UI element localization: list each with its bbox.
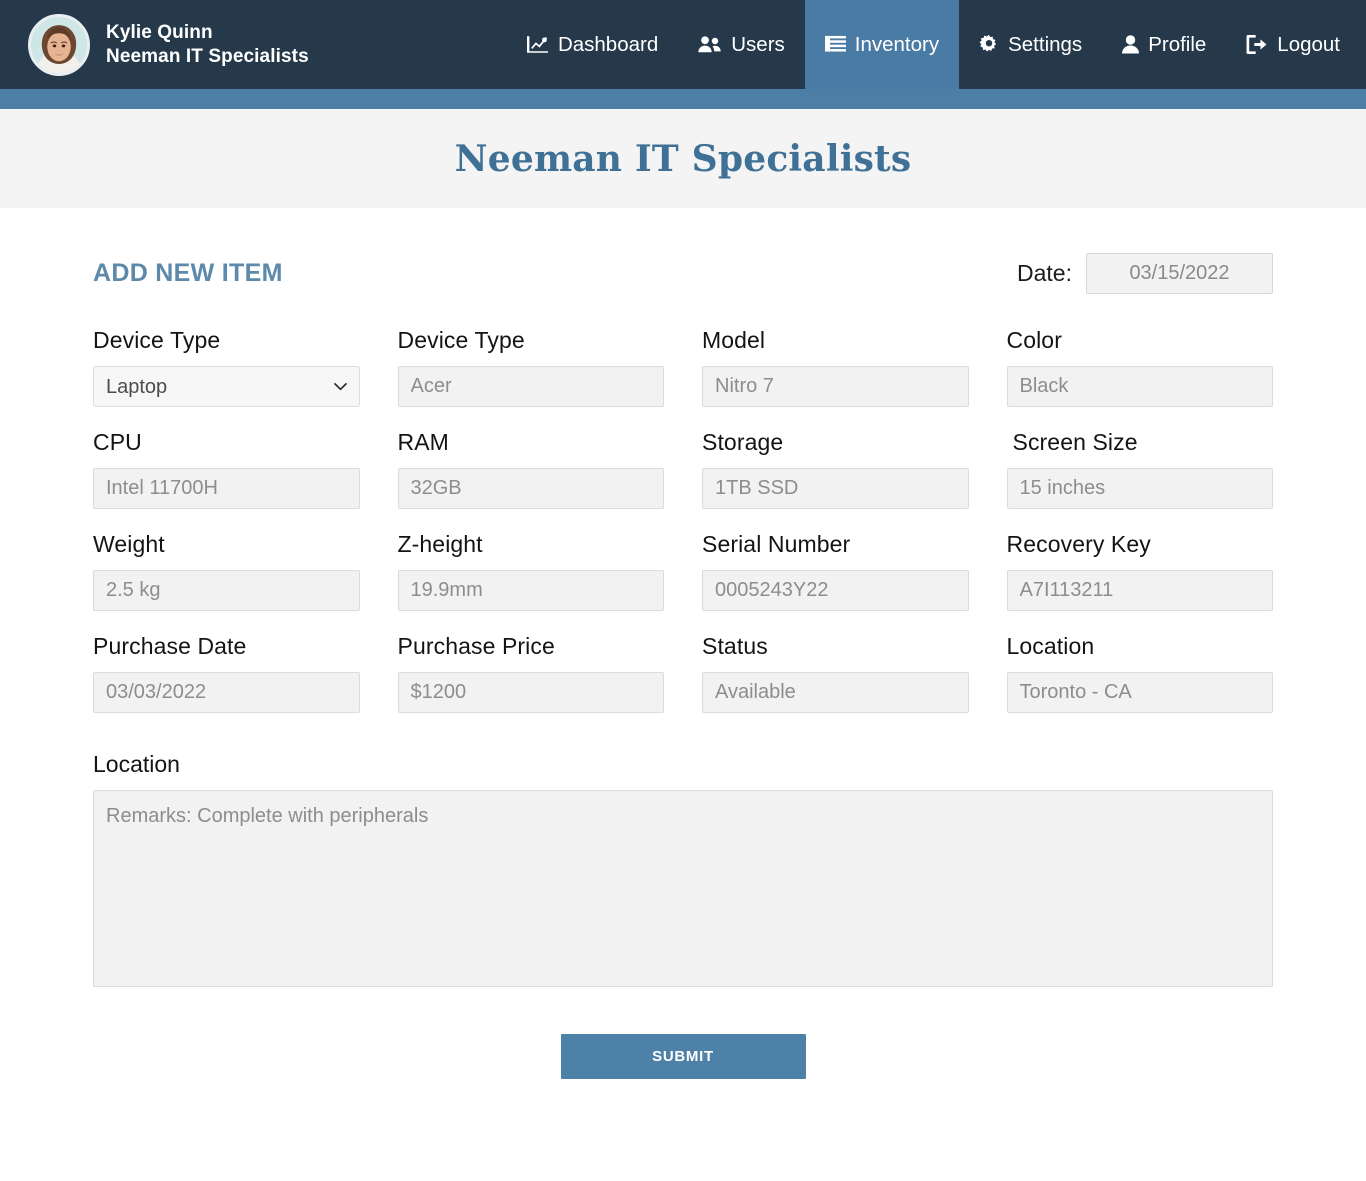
purchase-price-input[interactable] [398,672,665,713]
remarks-textarea[interactable] [93,790,1273,987]
storage-input[interactable] [702,468,969,509]
device-type-select-wrap: Laptop [93,366,360,407]
model-input[interactable] [702,366,969,407]
nav-label-users: Users [731,33,785,57]
submit-button[interactable]: SUBMIT [561,1034,806,1079]
field-brand: Device Type [398,327,665,407]
label-brand: Device Type [398,327,665,354]
brand-block: Kylie Quinn Neeman IT Specialists [0,14,309,76]
label-weight: Weight [93,531,360,558]
field-storage: Storage [702,429,969,509]
nav-item-dashboard[interactable]: Dashboard [507,0,678,89]
nav-item-users[interactable]: Users [678,0,805,89]
label-serial-number: Serial Number [702,531,969,558]
screen-size-input[interactable] [1007,468,1274,509]
brand-input[interactable] [398,366,665,407]
accent-bar [0,89,1366,109]
label-ram: RAM [398,429,665,456]
cpu-input[interactable] [93,468,360,509]
nav-label-inventory: Inventory [855,33,939,57]
nav-label-settings: Settings [1008,33,1082,57]
section-title: ADD NEW ITEM [93,259,283,288]
section-header: ADD NEW ITEM Date: [93,253,1273,294]
z-height-input[interactable] [398,570,665,611]
nav-label-dashboard: Dashboard [558,33,658,57]
field-serial-number: Serial Number [702,531,969,611]
weight-input[interactable] [93,570,360,611]
nav-label-logout: Logout [1277,33,1340,57]
label-cpu: CPU [93,429,360,456]
nav-label-profile: Profile [1148,33,1206,57]
field-model: Model [702,327,969,407]
field-status: Status [702,633,969,713]
brand-text: Kylie Quinn Neeman IT Specialists [106,21,309,67]
label-device-type: Device Type [93,327,360,354]
label-storage: Storage [702,429,969,456]
list-lines-icon [825,35,846,54]
field-remarks: Location [93,751,1273,987]
color-input[interactable] [1007,366,1274,407]
field-recovery-key: Recovery Key [1007,531,1274,611]
serial-number-input[interactable] [702,570,969,611]
device-type-select[interactable]: Laptop [93,366,360,407]
form-content: ADD NEW ITEM Date: Device Type Laptop De… [0,209,1366,1079]
label-z-height: Z-height [398,531,665,558]
add-item-form: Device Type Laptop Device Type Model Col… [93,327,1273,735]
avatar[interactable] [28,14,90,76]
title-band: Neeman IT Specialists [0,109,1366,209]
gear-icon [979,35,999,54]
field-weight: Weight [93,531,360,611]
date-group: Date: [1017,253,1273,294]
nav-item-inventory[interactable]: Inventory [805,0,959,89]
label-screen-size: Screen Size [1007,429,1274,456]
label-remarks: Location [93,751,1273,778]
nav-item-settings[interactable]: Settings [959,0,1102,89]
label-purchase-date: Purchase Date [93,633,360,660]
field-screen-size: Screen Size [1007,429,1274,509]
chart-line-icon [527,35,549,54]
field-cpu: CPU [93,429,360,509]
page-title: Neeman IT Specialists [455,138,912,180]
user-name: Kylie Quinn [106,21,309,44]
field-color: Color [1007,327,1274,407]
label-recovery-key: Recovery Key [1007,531,1274,558]
date-input[interactable] [1086,253,1273,294]
location-input[interactable] [1007,672,1274,713]
organization-name: Neeman IT Specialists [106,45,309,68]
field-device-type: Device Type Laptop [93,327,360,407]
users-group-icon [698,35,722,54]
status-input[interactable] [702,672,969,713]
top-navigation-bar: Kylie Quinn Neeman IT Specialists Dashbo… [0,0,1366,89]
label-model: Model [702,327,969,354]
person-icon [1122,35,1139,54]
label-color: Color [1007,327,1274,354]
label-purchase-price: Purchase Price [398,633,665,660]
submit-row: SUBMIT [93,1034,1273,1079]
field-purchase-date: Purchase Date [93,633,360,713]
recovery-key-input[interactable] [1007,570,1274,611]
label-location: Location [1007,633,1274,660]
main-nav: Dashboard Users Inventory Settings Profi [507,0,1366,89]
field-location: Location [1007,633,1274,713]
sign-out-icon [1246,35,1268,54]
nav-item-profile[interactable]: Profile [1102,0,1226,89]
nav-item-logout[interactable]: Logout [1226,0,1360,89]
field-purchase-price: Purchase Price [398,633,665,713]
ram-input[interactable] [398,468,665,509]
label-status: Status [702,633,969,660]
field-ram: RAM [398,429,665,509]
date-label: Date: [1017,260,1072,287]
purchase-date-input[interactable] [93,672,360,713]
field-z-height: Z-height [398,531,665,611]
